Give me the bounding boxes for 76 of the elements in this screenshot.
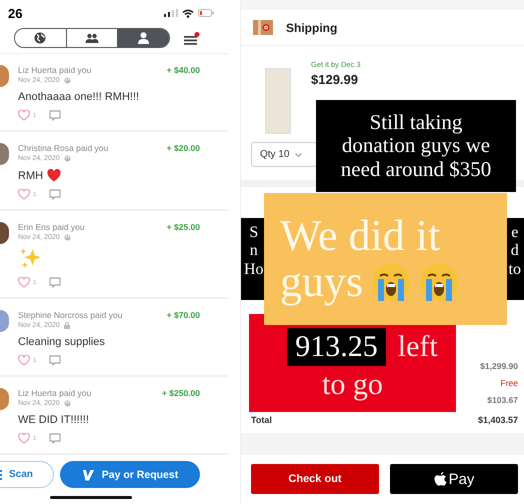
avatar: [0, 143, 9, 165]
scan-button[interactable]: Scan: [0, 461, 54, 488]
payment-note: WE DID IT!!!!!!: [18, 414, 89, 426]
payment-amount: + $70.00: [166, 310, 200, 320]
globe-icon: [34, 32, 46, 44]
comment-icon[interactable]: [49, 355, 62, 366]
payment-amount: + $25.00: [166, 222, 200, 232]
wifi-icon: [182, 8, 194, 18]
summary-value: Free: [500, 378, 518, 388]
payment-amount: + $20.00: [166, 143, 200, 153]
caption-line: need around $350: [340, 158, 492, 181]
caption-line: to go: [322, 370, 383, 400]
caption-line: We did it: [280, 212, 442, 259]
pay-or-request-button[interactable]: Pay or Request: [60, 461, 200, 488]
payment-note: Cleaning supplies: [18, 336, 105, 348]
caption-line: donation guys we: [342, 134, 490, 158]
total-label: Total: [251, 415, 272, 425]
apple-icon: [434, 472, 447, 486]
avatar: [0, 65, 9, 87]
caption-fragment: e: [511, 224, 518, 242]
like-icon[interactable]: [18, 189, 30, 200]
signal-icon: [164, 9, 178, 17]
avatar: [0, 310, 9, 332]
payment-title: Erin Ens paid you: [18, 222, 85, 232]
like-icon[interactable]: [18, 277, 30, 288]
menu-icon: [184, 32, 200, 44]
caption-fragment: S: [249, 224, 258, 242]
avatar: [0, 388, 9, 410]
amount-caption: 913.25: [287, 328, 386, 366]
comment-icon[interactable]: [49, 110, 62, 121]
crying-face-icon: [419, 262, 460, 302]
menu-button[interactable]: [184, 32, 200, 44]
caption-word: left: [398, 332, 438, 362]
like-icon[interactable]: [18, 355, 30, 366]
person-icon: [138, 32, 150, 44]
summary-value: $1,299.90: [480, 361, 518, 371]
payment-amount: + $40.00: [166, 65, 200, 75]
payment-note: RMH: [18, 170, 44, 182]
comment-icon[interactable]: [49, 189, 62, 200]
pay-button[interactable]: Pay: [390, 464, 518, 494]
status-time: 26: [8, 6, 22, 20]
scan-icon: [0, 470, 3, 480]
comment-icon[interactable]: [49, 277, 62, 288]
logo-icon: [82, 468, 94, 480]
comment-icon[interactable]: [49, 433, 62, 444]
caption-fragment: d: [510, 242, 519, 261]
like-icon[interactable]: [18, 110, 30, 121]
heart-icon: [47, 169, 62, 182]
payment-amount: + $250.00: [162, 388, 200, 398]
people-icon: [85, 33, 99, 43]
crying-face-icon: [371, 262, 412, 302]
payment-title: Christina Rosa paid you: [18, 143, 108, 153]
sparkles-icon: [18, 248, 42, 270]
caption-fragment: Ho: [244, 260, 264, 280]
summary-value: $103.67: [487, 395, 518, 405]
chevron-down-icon: [295, 152, 302, 156]
caption-line: Still taking: [370, 111, 462, 134]
like-icon[interactable]: [18, 433, 30, 444]
payment-title: Stephine Norcross paid you: [18, 310, 122, 320]
product-price: $129.99: [311, 72, 359, 87]
tab[interactable]: [118, 29, 169, 47]
total-value: $1,403.57: [478, 415, 518, 425]
section-title: Shipping: [286, 20, 338, 34]
product-image: [265, 68, 291, 134]
battery-icon: [198, 9, 214, 17]
payment-title: Liz Huerta paid you: [18, 65, 92, 75]
payment-note: Anothaaaa one!!! RMH!!!: [18, 91, 140, 103]
avatar: [0, 222, 9, 244]
tab[interactable]: [15, 29, 67, 47]
caption-fragment: to: [508, 260, 521, 280]
caption-line: guys: [280, 259, 364, 306]
package-icon: [253, 20, 273, 35]
checkout-button[interactable]: Check out: [251, 464, 379, 494]
caption-fragment: n: [250, 242, 258, 261]
payment-title: Liz Huerta paid you: [18, 388, 92, 398]
quantity-dropdown[interactable]: Qty 10: [251, 142, 317, 167]
